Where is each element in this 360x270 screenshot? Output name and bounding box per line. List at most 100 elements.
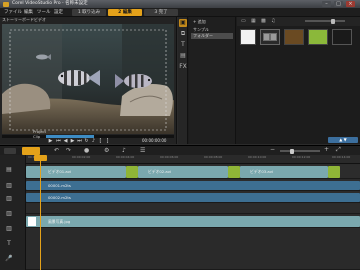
storyboard-view-button[interactable] <box>4 148 16 154</box>
audio-tracks <box>26 229 360 270</box>
title-thumbnail <box>28 217 36 226</box>
library-tools: ▣ ⧉ T ▤ FX <box>178 17 188 144</box>
timeline-toolbar: ↶ ↷ ● ⚙ ♪ ☰ − + ⤢ <box>0 145 360 155</box>
library-thumb-film[interactable] <box>260 29 280 45</box>
overlay-track-1-icon[interactable]: ▥ <box>4 181 14 191</box>
overlay-track-2: 00002.m2ts <box>26 192 360 203</box>
transition-clip[interactable] <box>228 166 240 178</box>
library-thumb-green[interactable] <box>308 29 328 45</box>
video-clip[interactable]: ビデオ02.avi <box>138 166 228 178</box>
track-manager-icon[interactable]: ☰ <box>140 147 145 154</box>
library-toolbar: ▭ ▦ ▩ ♫ <box>237 17 360 26</box>
menu-edit[interactable]: 編集 <box>24 8 33 17</box>
mark-out-icon[interactable]: ] <box>105 138 110 144</box>
add-folder-button[interactable]: + 追加 <box>193 19 206 25</box>
voice-track-icon[interactable]: 🎤 <box>4 254 14 264</box>
step-capture-tab[interactable]: 1 取り込み <box>72 9 106 16</box>
video-track: ビデオ01.avi ビデオ02.avi ビデオ03.avi <box>26 165 360 179</box>
timeline-view-button[interactable] <box>22 147 40 155</box>
record-icon[interactable]: ● <box>84 147 89 154</box>
video-clip[interactable]: ビデオ03.avi <box>240 166 328 178</box>
overlay-track-4-icon[interactable]: ▥ <box>4 224 14 234</box>
title-track: 風景写真.jpg <box>26 215 360 228</box>
step-edit-tab[interactable]: 2 編集 <box>108 9 142 16</box>
title-icon[interactable]: T <box>179 41 187 49</box>
title-bar: Corel VideoStudio Pro - 名称未設定 <box>0 0 360 8</box>
ruler-tick: 00:00:04:00 <box>116 155 135 159</box>
overlay-track-3-icon[interactable]: ▥ <box>4 209 14 219</box>
auto-music-icon[interactable]: ♪ <box>122 147 126 154</box>
overlay-clip[interactable]: 00001.m2ts <box>26 181 360 190</box>
video-filter-icon[interactable]: ▦ <box>251 18 256 24</box>
audio-filter-icon[interactable]: ♫ <box>271 18 275 24</box>
filter-icon[interactable]: FX <box>179 63 187 71</box>
track-headers: ▤ ▥ ▥ ▥ ▥ T 🎤 <box>0 155 26 270</box>
zoom-slider[interactable] <box>280 148 320 154</box>
timecode-display[interactable]: 00:00:00:00 <box>142 138 166 144</box>
play-icon[interactable]: ▶ <box>48 138 53 144</box>
video-preview[interactable] <box>2 24 174 134</box>
transition-clip[interactable] <box>126 166 138 178</box>
ruler-tick: 00:00:06:00 <box>160 155 179 159</box>
folder-selected[interactable]: フォルダー <box>191 33 233 39</box>
library-folder-tree: + 追加 サンプル フォルダー <box>189 17 236 144</box>
transition-clip[interactable] <box>328 166 340 178</box>
volume-icon[interactable]: ♪ <box>91 138 96 144</box>
mark-in-icon[interactable]: [ <box>98 138 103 144</box>
library-options-button[interactable]: ▲ ▼ <box>328 137 358 143</box>
library-thumb-dark[interactable] <box>332 29 352 45</box>
transition-icon[interactable]: ⧉ <box>179 30 187 38</box>
overlay-clip[interactable]: 00002.m2ts <box>26 193 360 202</box>
prev-frame-icon[interactable]: ◀ <box>63 138 68 144</box>
media-icon[interactable]: ▣ <box>179 19 187 27</box>
clip-label[interactable]: Clip <box>33 134 40 139</box>
overlay-track-3 <box>26 204 360 214</box>
menu-tools[interactable]: ツール <box>37 8 51 17</box>
minimize-button[interactable]: – <box>322 1 331 7</box>
menu-file[interactable]: ファイル <box>4 8 22 17</box>
zoom-out-icon[interactable]: − <box>270 146 275 153</box>
go-start-icon[interactable]: ⏮ <box>56 138 61 144</box>
library-thumb-brown[interactable] <box>284 29 304 45</box>
mixer-icon[interactable]: ⚙ <box>104 147 109 154</box>
folder-icon[interactable]: ▭ <box>241 18 246 24</box>
undo-icon[interactable]: ↶ <box>54 147 59 154</box>
overlay-track-1: 00001.m2ts <box>26 180 360 191</box>
slider-handle[interactable] <box>331 18 335 24</box>
zoom-handle[interactable] <box>290 148 294 154</box>
preview-panel: ストーリーボードビデオ Project Clip ▶ ⏮ ◀ ▶ ⏭ ↻ ♪ [… <box>0 17 177 144</box>
maximize-button[interactable]: □ <box>334 1 343 7</box>
window-title: Corel VideoStudio Pro - 名称未設定 <box>12 1 88 6</box>
redo-icon[interactable]: ↷ <box>66 147 71 154</box>
ruler-tick: 00:00:12:00 <box>292 155 311 159</box>
graphic-icon[interactable]: ▤ <box>179 52 187 60</box>
playhead[interactable] <box>40 155 41 270</box>
zoom-in-icon[interactable]: + <box>324 146 329 153</box>
video-clip[interactable]: ビデオ01.avi <box>26 166 126 178</box>
ruler-tick: 00:00:02:00 <box>72 155 91 159</box>
ruler-tick: 00:00:10:00 <box>248 155 267 159</box>
title-clip[interactable]: 風景写真.jpg <box>26 216 360 227</box>
next-frame-icon[interactable]: ▶ <box>70 138 75 144</box>
overlay-track-2-icon[interactable]: ▥ <box>4 194 14 204</box>
ruler-tick: 00:00:14:00 <box>332 155 351 159</box>
title-track-icon[interactable]: T <box>4 239 14 249</box>
playback-controls: Project Clip ▶ ⏮ ◀ ▶ ⏭ ↻ ♪ [ ] 00:00:00:… <box>0 129 177 144</box>
app-icon <box>3 1 9 7</box>
photo-filter-icon[interactable]: ▩ <box>261 18 266 24</box>
ruler-tick: 00:00:08:00 <box>204 155 223 159</box>
timeline-ruler[interactable]: 00:00:00:00 00:00:02:00 00:00:04:00 00:0… <box>26 155 360 164</box>
menu-bar: ファイル 編集 ツール 設定 1 取り込み 2 編集 3 完了 <box>0 8 360 17</box>
close-button[interactable]: × <box>346 1 355 7</box>
repeat-icon[interactable]: ↻ <box>84 138 89 144</box>
film-thumb-image <box>263 33 277 41</box>
step-share-tab[interactable]: 3 完了 <box>144 9 178 16</box>
preview-title: ストーリーボードビデオ <box>2 17 46 22</box>
thumb-size-slider[interactable] <box>305 18 345 24</box>
library-panel: ▣ ⧉ T ▤ FX + 追加 サンプル フォルダー ▭ ▦ ▩ ♫ ▲ ▼ <box>178 17 360 144</box>
menu-settings[interactable]: 設定 <box>54 8 63 17</box>
library-thumb-white[interactable] <box>240 29 256 45</box>
go-end-icon[interactable]: ⏭ <box>77 138 82 144</box>
fit-project-icon[interactable]: ⤢ <box>336 146 341 154</box>
video-track-icon[interactable]: ▤ <box>4 165 14 175</box>
